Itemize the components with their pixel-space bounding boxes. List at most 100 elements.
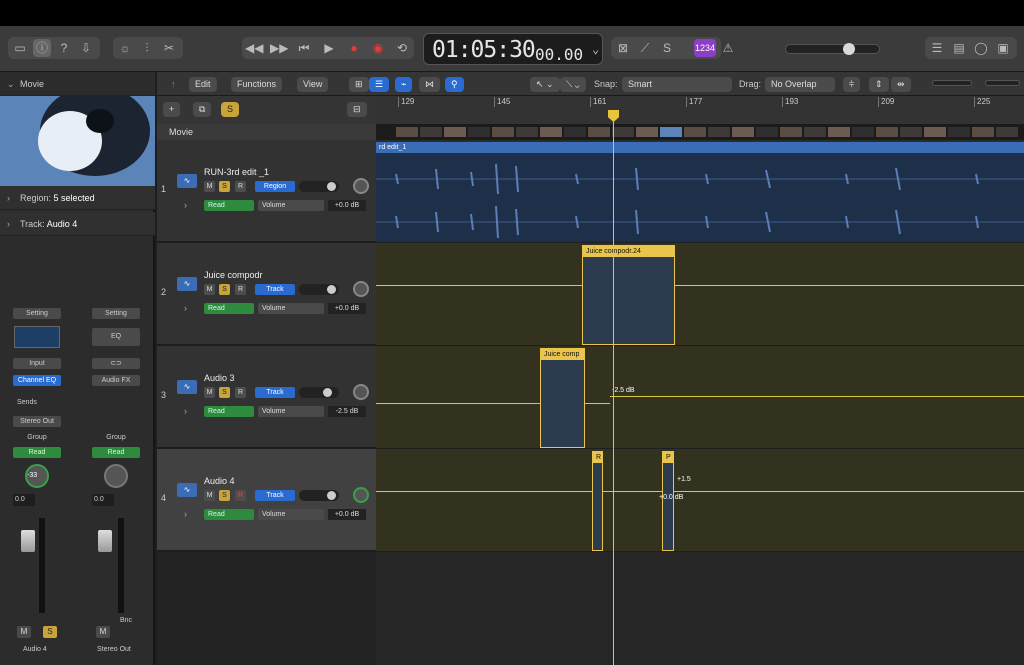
track-lane-3[interactable]: Juice comp -2.5 dB	[376, 346, 1024, 448]
chevron-right-icon[interactable]: ›	[184, 303, 187, 313]
browser-icon[interactable]: ▣	[994, 39, 1012, 57]
timeline-ruler[interactable]: 129 145 161 177 193 209 225	[376, 96, 1024, 124]
grid-view-icon[interactable]: ⊞	[349, 77, 369, 92]
horizontal-zoom-icon[interactable]: ⇹	[891, 77, 911, 92]
bounce-button[interactable]: Bnc	[120, 617, 132, 624]
audio-region[interactable]: Juice compodr.24	[582, 245, 675, 345]
automation-icon[interactable]: ⌁	[395, 77, 413, 92]
volume-automation-line[interactable]	[376, 491, 1024, 492]
volume-knob[interactable]	[327, 285, 336, 294]
rewind-icon[interactable]: ◀◀	[245, 39, 263, 57]
cycle-icon[interactable]: ⟲	[393, 39, 411, 57]
track-lane-4[interactable]: R P +1.5 +0.0 dB	[376, 449, 1024, 551]
track-name[interactable]: Audio 3	[204, 373, 235, 383]
track-options-icon[interactable]: ⊟	[347, 102, 367, 117]
track-lane-1[interactable]: rd edit_1	[376, 140, 1024, 242]
solo-button[interactable]: S	[219, 284, 230, 295]
play-icon[interactable]: ▶	[320, 39, 338, 57]
count-in-badge[interactable]: 1234	[694, 39, 716, 57]
automation-mode-badge[interactable]: Track	[255, 387, 295, 398]
volume-automation-line[interactable]	[610, 396, 1024, 397]
note-pad-icon[interactable]: ▤	[950, 39, 968, 57]
audio-region[interactable]: R	[592, 451, 603, 551]
automation-mode-badge[interactable]: Track	[255, 490, 295, 501]
catch-icon[interactable]: ⚲	[445, 77, 464, 92]
fast-forward-icon[interactable]: ▶▶	[270, 39, 288, 57]
drag-select[interactable]: No Overlap	[765, 77, 835, 92]
setting-button[interactable]: Setting	[92, 308, 140, 319]
track-name[interactable]: Juice compodr	[204, 270, 263, 280]
go-to-beginning-icon[interactable]: ⏮	[295, 39, 313, 57]
volume-slider[interactable]	[299, 490, 339, 501]
chevron-right-icon[interactable]: ›	[184, 406, 187, 416]
inspector-icon[interactable]: ⓘ	[33, 39, 51, 57]
link-icon[interactable]: ⊂⊃	[92, 358, 140, 369]
solo-button[interactable]: S	[219, 387, 230, 398]
automation-parameter-select[interactable]: Volume	[258, 406, 324, 417]
volume-knob[interactable]	[323, 388, 332, 397]
volume-slider[interactable]	[299, 387, 339, 398]
automation-read-button[interactable]: Read	[204, 509, 254, 520]
snap-select[interactable]: Smart	[622, 77, 732, 92]
mute-button[interactable]: M	[204, 181, 215, 192]
pan-knob[interactable]	[353, 487, 369, 503]
chevron-right-icon[interactable]: ›	[184, 200, 187, 210]
record-enable-button[interactable]: R	[235, 284, 246, 295]
automation-read-button[interactable]: Read	[204, 200, 254, 211]
audio-region[interactable]: rd edit_1	[376, 142, 1024, 242]
help-icon[interactable]: ?	[55, 39, 73, 57]
track-lane-2[interactable]: Juice compodr.24	[376, 243, 1024, 345]
master-volume-knob[interactable]	[843, 43, 855, 55]
balance-knob[interactable]	[104, 464, 128, 488]
inspector-title-row[interactable]: ⌄ Movie	[0, 72, 155, 96]
track-header-1[interactable]: 1 ∿ RUN-3rd edit _1 M S R Region › Read …	[157, 140, 376, 242]
toolbar-icon[interactable]: ⇩	[77, 39, 95, 57]
replace-icon[interactable]: ⊠	[614, 39, 632, 57]
waveform-zoom-icon[interactable]: ⫩	[843, 77, 861, 92]
volume-slider[interactable]	[299, 181, 339, 192]
list-view-icon[interactable]: ☰	[369, 77, 390, 92]
mute-button[interactable]: M	[204, 387, 215, 398]
volume-knob[interactable]	[327, 491, 336, 500]
audio-region[interactable]: Juice comp	[540, 348, 585, 448]
automation-read-button[interactable]: Read	[92, 447, 140, 458]
capture-record-icon[interactable]: ◉	[369, 39, 387, 57]
movie-track-header[interactable]: Movie	[157, 124, 376, 140]
track-inspector-row[interactable]: › Track: Audio 4	[0, 212, 155, 236]
edit-menu[interactable]: Edit	[189, 77, 217, 92]
list-icon[interactable]: ☰	[928, 39, 946, 57]
pan-knob[interactable]	[353, 384, 369, 400]
back-icon[interactable]: ↑	[165, 77, 182, 92]
automation-parameter-select[interactable]: Volume	[258, 303, 324, 314]
track-name[interactable]: Audio 4	[204, 476, 235, 486]
tuner-icon[interactable]: ⟋	[636, 39, 654, 57]
automation-parameter-select[interactable]: Volume	[258, 200, 324, 211]
volume-automation-line[interactable]	[376, 285, 1024, 286]
flex-icon[interactable]: ⋈	[419, 77, 440, 92]
view-menu[interactable]: View	[297, 77, 329, 92]
region-inspector-row[interactable]: › Region: 5 selected	[0, 186, 155, 210]
editors-icon[interactable]: ✂	[160, 39, 178, 57]
automation-read-button[interactable]: Read	[204, 303, 254, 314]
solo-button[interactable]: S	[219, 490, 230, 501]
solo-button[interactable]: S	[219, 181, 230, 192]
chevron-down-icon[interactable]: ⌄	[592, 42, 599, 56]
pencil-tool-icon[interactable]: ⟍ ⌄	[560, 77, 586, 92]
record-enable-button[interactable]: R	[235, 181, 246, 192]
metronome-icon[interactable]: ⚠	[719, 39, 737, 57]
loop-browser-icon[interactable]: ◯	[972, 39, 990, 57]
lcd-display[interactable]: 01:05:30 00.00 ⌄	[423, 33, 603, 65]
record-enable-button[interactable]: R	[235, 387, 246, 398]
setting-button[interactable]: Setting	[13, 308, 61, 319]
audio-region[interactable]: P	[662, 451, 674, 551]
solo-icon[interactable]: S	[658, 39, 676, 57]
group-button[interactable]: Group	[13, 432, 61, 443]
mute-button[interactable]: M	[204, 490, 215, 501]
output-button[interactable]: Stereo Out	[13, 416, 61, 427]
add-track-icon[interactable]: +	[163, 102, 181, 117]
vertical-zoom-slider[interactable]	[932, 80, 972, 86]
automation-mode-badge[interactable]: Track	[255, 284, 295, 295]
vertical-zoom-icon[interactable]: ⇕	[869, 77, 889, 92]
eq-thumbnail[interactable]	[14, 326, 60, 348]
chevron-right-icon[interactable]: ›	[184, 509, 187, 519]
